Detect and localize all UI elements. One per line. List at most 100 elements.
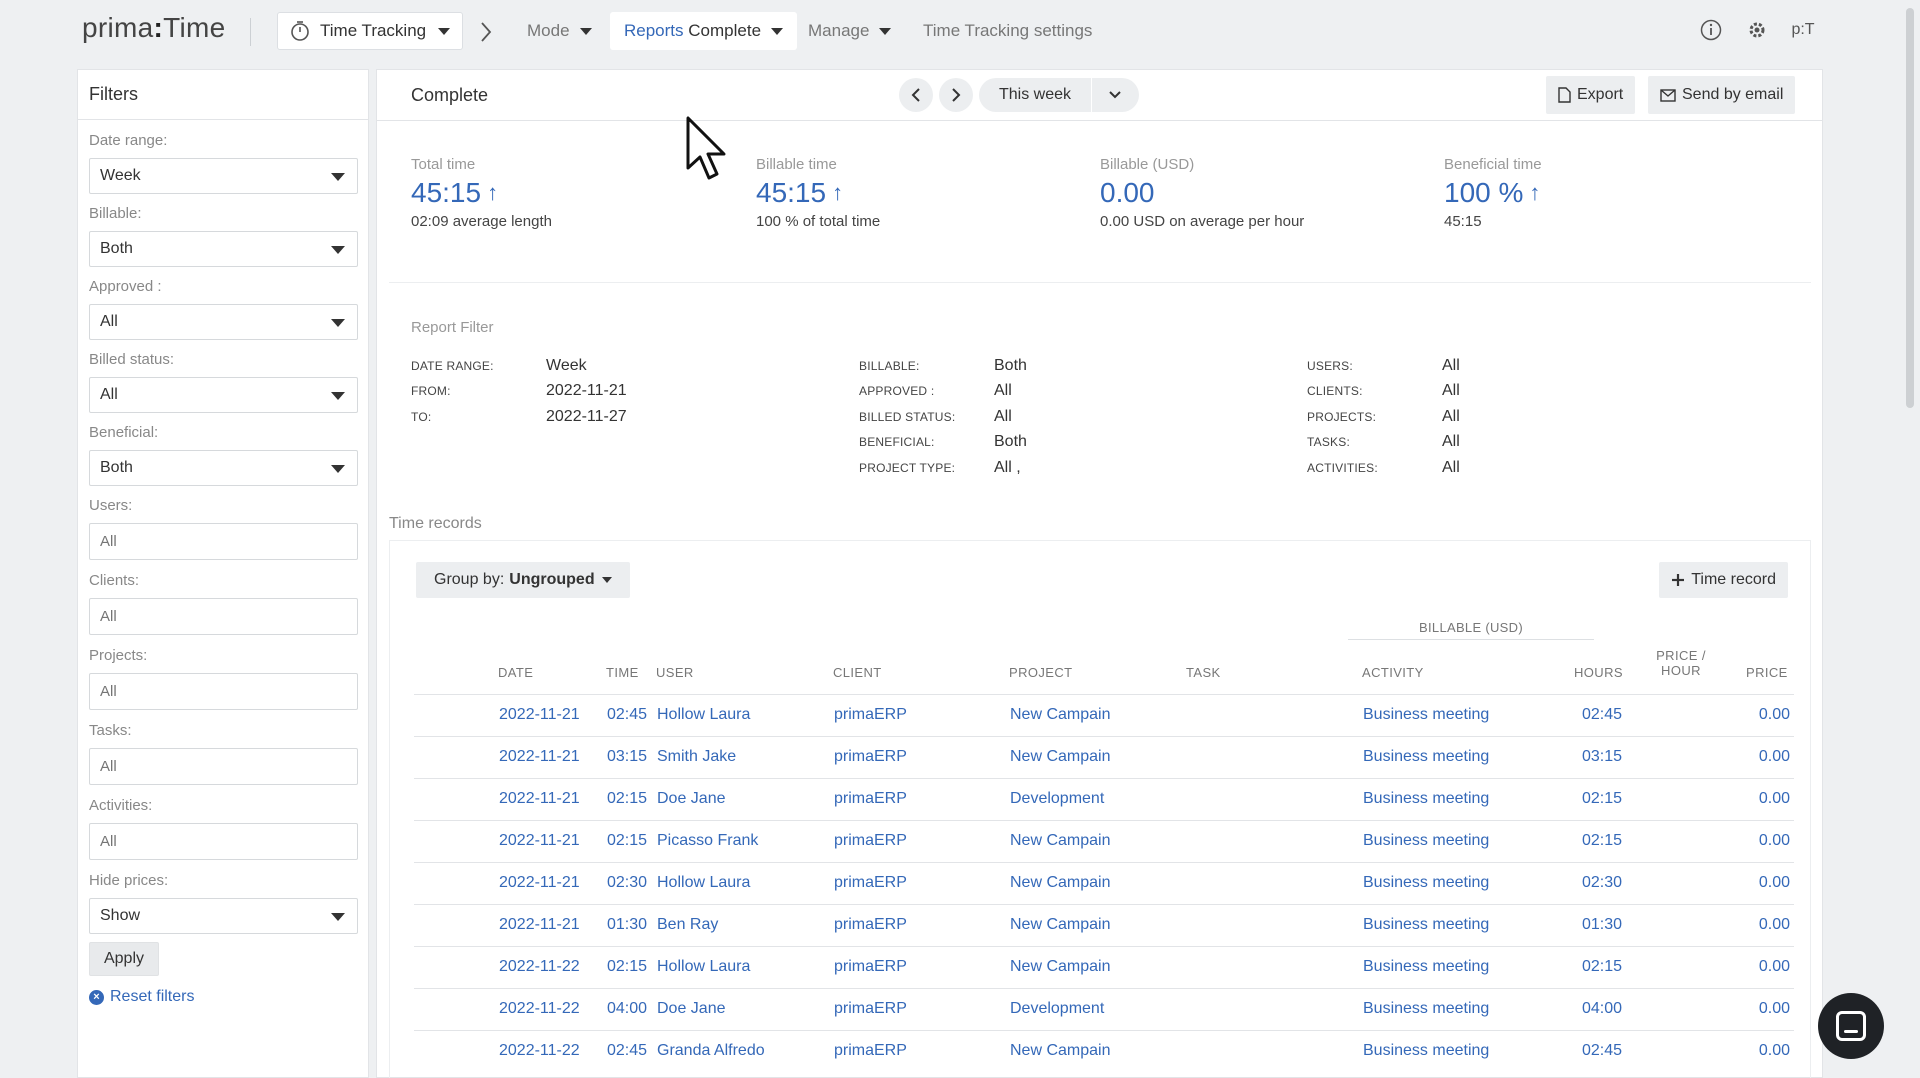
- user-avatar[interactable]: p:T: [1791, 18, 1815, 42]
- cell-price[interactable]: 0.00: [1759, 958, 1790, 976]
- cell-time[interactable]: 02:15: [607, 832, 647, 850]
- cell-time[interactable]: 02:45: [607, 706, 647, 724]
- cell-date[interactable]: 2022-11-21: [499, 874, 580, 892]
- time-tracking-menu-button[interactable]: Time Tracking: [277, 12, 463, 50]
- col-project[interactable]: PROJECT: [1009, 665, 1072, 680]
- table-row[interactable]: 2022-11-21 02:15 Doe Jane primaERP Developme…: [414, 778, 1794, 820]
- cell-date[interactable]: 2022-11-22: [499, 1000, 580, 1018]
- cell-user[interactable]: Hollow Laura: [657, 874, 750, 892]
- cell-client[interactable]: primaERP: [834, 1042, 907, 1060]
- cell-activity[interactable]: Business meeting: [1363, 916, 1489, 934]
- cell-activity[interactable]: Business meeting: [1363, 958, 1489, 976]
- cell-date[interactable]: 2022-11-21: [499, 790, 580, 808]
- info-icon[interactable]: [1699, 18, 1723, 42]
- cell-price[interactable]: 0.00: [1759, 1000, 1790, 1018]
- cell-date[interactable]: 2022-11-22: [499, 1042, 580, 1060]
- table-row[interactable]: 2022-11-21 02:30 Hollow Laura primaERP New C…: [414, 862, 1794, 904]
- col-user[interactable]: USER: [656, 665, 694, 680]
- send-by-email-button[interactable]: Send by email: [1648, 76, 1796, 114]
- cell-time[interactable]: 03:15: [607, 748, 647, 766]
- table-row[interactable]: 2022-11-22 02:45 Granda Alfredo primaERP New…: [414, 1030, 1794, 1072]
- cell-time[interactable]: 02:15: [607, 790, 647, 808]
- cell-hours[interactable]: 02:45: [1582, 706, 1622, 724]
- cell-price[interactable]: 0.00: [1759, 916, 1790, 934]
- cell-client[interactable]: primaERP: [834, 706, 907, 724]
- cell-project[interactable]: New Campain: [1010, 748, 1110, 766]
- cell-user[interactable]: Hollow Laura: [657, 706, 750, 724]
- table-row[interactable]: 2022-11-21 02:45 Hollow Laura primaERP New C…: [414, 694, 1794, 736]
- cell-price[interactable]: 0.00: [1759, 1042, 1790, 1060]
- cell-time[interactable]: 01:30: [607, 916, 647, 934]
- cell-price[interactable]: 0.00: [1759, 874, 1790, 892]
- table-row[interactable]: 2022-11-21 01:30 Ben Ray primaERP New Campai…: [414, 904, 1794, 946]
- users-input[interactable]: [89, 523, 358, 560]
- reports-menu[interactable]: Reports Complete: [610, 12, 798, 50]
- apply-button[interactable]: Apply: [89, 942, 159, 976]
- period-select[interactable]: This week: [979, 78, 1139, 112]
- col-time[interactable]: TIME: [606, 665, 639, 680]
- gear-icon[interactable]: [1745, 18, 1769, 42]
- cell-date[interactable]: 2022-11-21: [499, 706, 580, 724]
- export-button[interactable]: Export: [1546, 76, 1636, 114]
- chevron-down-icon[interactable]: [1092, 87, 1138, 103]
- mode-menu[interactable]: Mode: [527, 12, 592, 50]
- col-task[interactable]: TASK: [1186, 665, 1221, 680]
- cell-activity[interactable]: Business meeting: [1363, 1042, 1489, 1060]
- cell-time[interactable]: 02:15: [607, 958, 647, 976]
- cell-hours[interactable]: 02:15: [1582, 790, 1622, 808]
- table-row[interactable]: 2022-11-21 02:15 Picasso Frank primaERP New …: [414, 820, 1794, 862]
- chat-launcher-button[interactable]: [1818, 993, 1884, 1059]
- reset-filters-link[interactable]: × Reset filters: [89, 988, 194, 1006]
- clients-input[interactable]: [89, 598, 358, 635]
- cell-hours[interactable]: 02:30: [1582, 874, 1622, 892]
- cell-activity[interactable]: Business meeting: [1363, 1000, 1489, 1018]
- cell-project[interactable]: New Campain: [1010, 874, 1110, 892]
- app-logo[interactable]: prima:Time: [82, 12, 226, 44]
- cell-price[interactable]: 0.00: [1759, 748, 1790, 766]
- cell-user[interactable]: Ben Ray: [657, 916, 718, 934]
- approved-select[interactable]: All: [89, 304, 358, 340]
- col-activity[interactable]: ACTIVITY: [1362, 665, 1424, 680]
- cell-client[interactable]: primaERP: [834, 874, 907, 892]
- cell-price[interactable]: 0.00: [1759, 832, 1790, 850]
- date-range-select[interactable]: Week: [89, 158, 358, 194]
- cell-date[interactable]: 2022-11-21: [499, 916, 580, 934]
- cell-user[interactable]: Doe Jane: [657, 1000, 726, 1018]
- cell-client[interactable]: primaERP: [834, 790, 907, 808]
- previous-period-button[interactable]: [899, 78, 933, 112]
- cell-price[interactable]: 0.00: [1759, 706, 1790, 724]
- table-row[interactable]: 2022-11-22 04:00 Doe Jane primaERP Developme…: [414, 988, 1794, 1030]
- billable-select[interactable]: Both: [89, 231, 358, 267]
- col-date[interactable]: DATE: [498, 665, 533, 680]
- add-time-record-button[interactable]: Time record: [1659, 562, 1788, 598]
- cell-activity[interactable]: Business meeting: [1363, 748, 1489, 766]
- hide-prices-select[interactable]: Show: [89, 898, 358, 934]
- next-period-button[interactable]: [939, 78, 973, 112]
- cell-project[interactable]: New Campain: [1010, 1042, 1110, 1060]
- cell-date[interactable]: 2022-11-22: [499, 958, 580, 976]
- cell-client[interactable]: primaERP: [834, 958, 907, 976]
- cell-price[interactable]: 0.00: [1759, 790, 1790, 808]
- col-client[interactable]: CLIENT: [833, 665, 882, 680]
- manage-menu[interactable]: Manage: [808, 12, 892, 50]
- cell-date[interactable]: 2022-11-21: [499, 832, 580, 850]
- table-row[interactable]: 2022-11-22 02:15 Hollow Laura primaERP New C…: [414, 946, 1794, 988]
- cell-time[interactable]: 04:00: [607, 1000, 647, 1018]
- cell-project[interactable]: New Campain: [1010, 916, 1110, 934]
- projects-input[interactable]: [89, 673, 358, 710]
- cell-project[interactable]: New Campain: [1010, 832, 1110, 850]
- cell-hours[interactable]: 02:15: [1582, 958, 1622, 976]
- col-price[interactable]: PRICE: [1746, 665, 1788, 680]
- cell-hours[interactable]: 03:15: [1582, 748, 1622, 766]
- cell-user[interactable]: Picasso Frank: [657, 832, 758, 850]
- cell-activity[interactable]: Business meeting: [1363, 874, 1489, 892]
- cell-client[interactable]: primaERP: [834, 748, 907, 766]
- tasks-input[interactable]: [89, 748, 358, 785]
- activities-input[interactable]: [89, 823, 358, 860]
- cell-date[interactable]: 2022-11-21: [499, 748, 580, 766]
- billed-status-select[interactable]: All: [89, 377, 358, 413]
- group-by-button[interactable]: Group by: Ungrouped: [416, 562, 630, 598]
- cell-user[interactable]: Doe Jane: [657, 790, 726, 808]
- cell-client[interactable]: primaERP: [834, 1000, 907, 1018]
- col-hours[interactable]: HOURS: [1574, 665, 1623, 680]
